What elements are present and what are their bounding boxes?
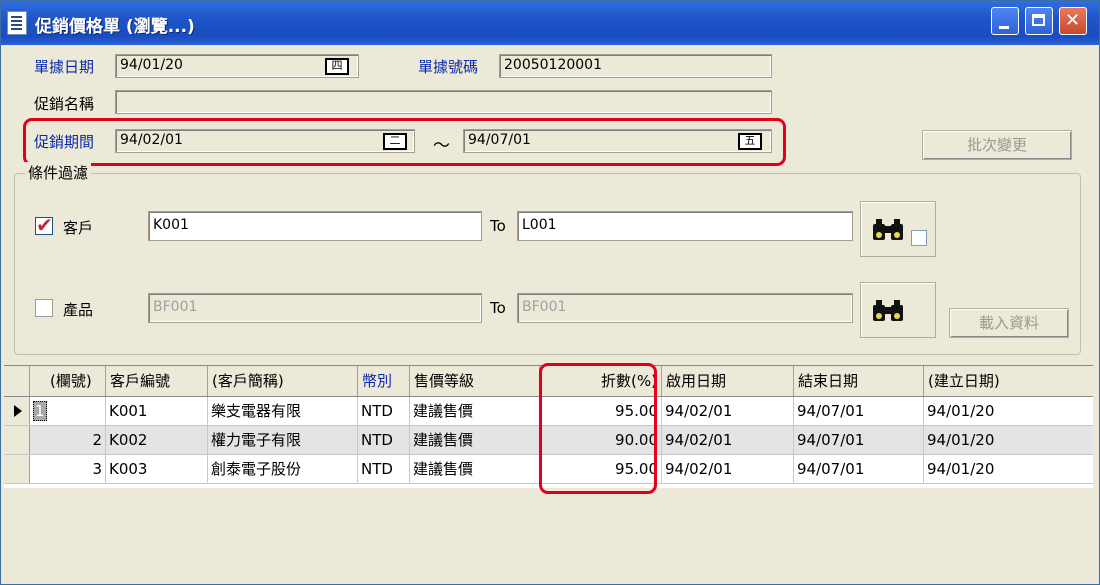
batch-change-button[interactable]: 批次變更: [922, 130, 1072, 160]
col-header[interactable]: (建立日期): [924, 366, 1093, 396]
start-date: 94/02/01: [662, 455, 794, 483]
promo-name-label: 促銷名稱: [34, 95, 95, 113]
document-edit-icon: [7, 11, 27, 35]
cust-id: K001: [106, 397, 208, 425]
product-to-label: To: [490, 299, 506, 317]
customer-to-label: To: [490, 217, 506, 235]
created-date: 94/01/20: [927, 402, 995, 420]
current-row-indicator: [4, 397, 30, 425]
maximize-icon[interactable]: [1025, 7, 1053, 35]
currency: NTD: [358, 426, 410, 454]
price-level: 建議售價: [410, 426, 540, 454]
binoculars-icon: [873, 300, 903, 321]
customer-filter-label: 客戶: [63, 219, 94, 237]
filter-group-title: 條件過濾: [25, 162, 92, 183]
doc-date-label: 單據日期: [34, 58, 95, 76]
title-bar[interactable]: 促銷價格單 (瀏覽...): [1, 1, 1099, 45]
product-from-field[interactable]: BF001: [148, 293, 482, 323]
row-indicator: [4, 455, 30, 483]
product-filter-checkbox[interactable]: [35, 299, 53, 317]
discount-highlight: [539, 363, 657, 494]
doc-no-field[interactable]: 20050120001: [499, 54, 772, 78]
product-filter-label: 產品: [63, 301, 94, 319]
product-to-field[interactable]: BF001: [517, 293, 853, 323]
calendar-icon[interactable]: 二: [383, 133, 407, 150]
header-indicator: [4, 366, 30, 396]
cust-name: 權力電子有限: [208, 426, 358, 454]
customer-to-field[interactable]: L001: [517, 211, 853, 241]
col-header[interactable]: 啟用日期: [662, 366, 794, 396]
customer-from-field[interactable]: K001: [148, 211, 482, 241]
customer-filter-checkbox[interactable]: [35, 213, 53, 237]
doc-date-field[interactable]: 94/01/20: [115, 54, 359, 78]
end-date: 94/07/01: [794, 397, 924, 425]
close-icon[interactable]: [1059, 7, 1087, 35]
period-label: 促銷期間: [34, 133, 95, 151]
col-header[interactable]: 幣別: [358, 366, 410, 396]
row-indicator: [4, 426, 30, 454]
col-header[interactable]: (欄號): [30, 366, 106, 396]
period-separator: ～: [433, 136, 450, 156]
end-date: 94/07/01: [794, 426, 924, 454]
currency: NTD: [358, 455, 410, 483]
price-level: 建議售價: [410, 455, 540, 483]
calendar-icon[interactable]: 五: [738, 133, 762, 150]
created-date: 94/01/20: [927, 460, 995, 478]
window-title: 促銷價格單 (瀏覽...): [35, 17, 195, 37]
cust-name: 創泰電子股份: [208, 455, 358, 483]
binoculars-icon: [873, 219, 903, 240]
col-header[interactable]: 客戶編號: [106, 366, 208, 396]
cust-id: K003: [106, 455, 208, 483]
promo-name-field[interactable]: [115, 90, 772, 114]
col-header[interactable]: 售價等級: [410, 366, 540, 396]
customer-search-checkbox[interactable]: [911, 230, 927, 246]
created-date: 94/01/20: [927, 431, 995, 449]
start-date: 94/02/01: [662, 426, 794, 454]
calendar-icon[interactable]: 四: [325, 58, 349, 75]
row-no: 3: [30, 455, 106, 483]
col-header[interactable]: (客戶簡稱): [208, 366, 358, 396]
end-date: 94/07/01: [794, 455, 924, 483]
row-no: 2: [30, 426, 106, 454]
currency: NTD: [358, 397, 410, 425]
product-search-button[interactable]: [860, 282, 936, 338]
period-end-field[interactable]: 94/07/01: [463, 129, 772, 153]
doc-no-label: 單據號碼: [418, 58, 479, 76]
cust-name: 樂支電器有限: [208, 397, 358, 425]
row-no: 1: [30, 397, 106, 425]
promo-price-window: 促銷價格單 (瀏覽...) 單據日期 94/01/20 四 單據號碼 20050…: [0, 0, 1100, 585]
cust-id: K002: [106, 426, 208, 454]
price-level: 建議售價: [410, 397, 540, 425]
minimize-icon[interactable]: [991, 7, 1019, 35]
load-data-button[interactable]: 載入資料: [949, 308, 1069, 338]
customer-search-button[interactable]: [860, 201, 936, 257]
period-start-field[interactable]: 94/02/01: [115, 129, 415, 153]
col-header[interactable]: 結束日期: [794, 366, 924, 396]
start-date: 94/02/01: [662, 397, 794, 425]
